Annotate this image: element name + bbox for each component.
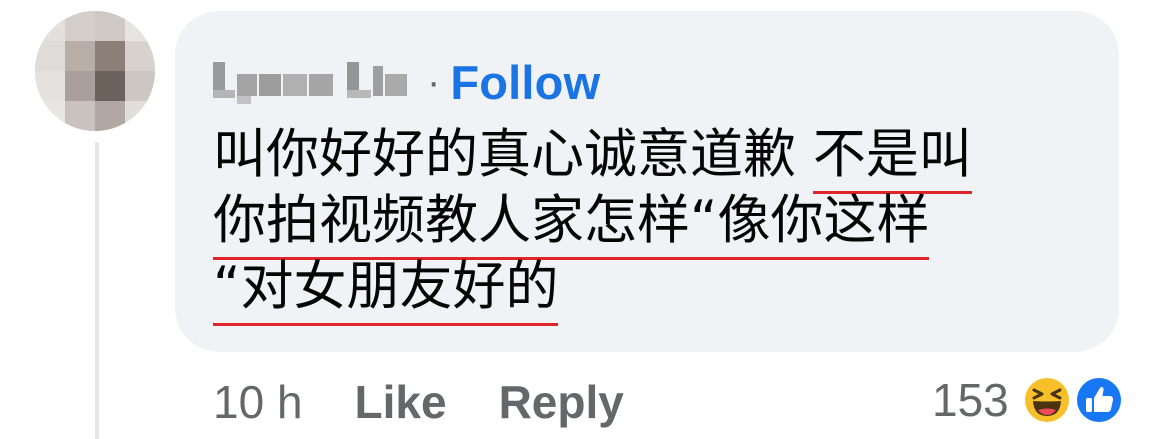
separator-dot: · — [427, 60, 441, 104]
comment-text-plain: 叫你好好的真心诚意道歉 — [213, 124, 813, 185]
author-name[interactable] — [213, 57, 413, 107]
pixelated-avatar-image — [35, 11, 155, 131]
comment-text-underlined: 你拍视频教人家怎样“像你这样 — [213, 190, 930, 260]
comment-timestamp[interactable]: 10 h — [213, 375, 303, 429]
comment-text-line-3: “对女朋友好的 — [213, 254, 1093, 326]
reaction-icons — [1021, 372, 1125, 428]
comment-text-line-1: 叫你好好的真心诚意道歉 不是叫 — [213, 122, 1093, 194]
reply-thread-line — [95, 142, 99, 439]
reaction-count: 153 — [932, 374, 1009, 426]
haha-icon — [1021, 375, 1072, 425]
blurred-name-image — [213, 62, 407, 104]
comment-text: 叫你好好的真心诚意道歉 不是叫 你拍视频教人家怎样“像你这样 “对女朋友好的 — [213, 122, 1093, 326]
like-button[interactable]: Like — [355, 375, 447, 429]
avatar[interactable] — [35, 11, 155, 131]
comment-header: · Follow — [213, 52, 600, 112]
comment-text-underlined: 不是叫 — [812, 124, 972, 194]
reaction-summary[interactable]: 153 — [932, 370, 1125, 430]
like-icon — [1073, 375, 1124, 425]
comment-item: · Follow 叫你好好的真心诚意道歉 不是叫 你拍视频教人家怎样“像你这样 … — [0, 0, 1170, 439]
comment-actions: 10 h Like Reply — [213, 372, 676, 432]
comment-text-line-2: 你拍视频教人家怎样“像你这样 — [213, 188, 1093, 260]
reply-button[interactable]: Reply — [499, 375, 624, 429]
comment-text-underlined: “对女朋友好的 — [213, 256, 559, 326]
follow-link[interactable]: Follow — [450, 55, 600, 110]
